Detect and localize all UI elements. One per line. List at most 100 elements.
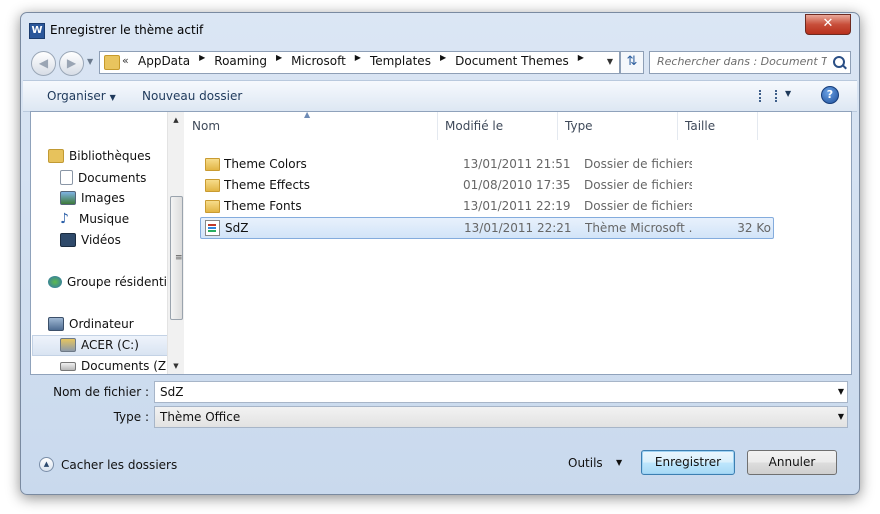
search-icon[interactable] <box>833 56 845 68</box>
breadcrumb-arrow-icon[interactable]: ▶ <box>440 53 446 67</box>
nav-scrollbar[interactable]: ▲ ≡ ▼ <box>167 112 184 374</box>
back-button[interactable]: ◀ <box>31 51 56 76</box>
file-modified: 13/01/2011 21:51 <box>463 157 571 171</box>
nav-item-label: Vidéos <box>81 233 121 247</box>
column-label: Nom <box>192 119 221 133</box>
breadcrumb-arrow-icon[interactable]: ▶ <box>355 53 361 67</box>
image-icon <box>60 191 76 205</box>
column-label: Type <box>565 119 593 133</box>
organize-label: Organiser <box>47 89 106 103</box>
nav-item-homegroup[interactable]: Groupe résidentiel <box>48 275 178 289</box>
file-type: Thème Microsoft ... <box>585 221 693 235</box>
file-row[interactable]: Theme Effects 01/08/2010 17:35 Dossier d… <box>200 175 772 195</box>
scroll-thumb[interactable]: ≡ <box>170 196 183 320</box>
cancel-button[interactable]: Annuler <box>747 450 837 475</box>
video-icon <box>60 233 76 247</box>
column-header-name[interactable]: Nom ▲ <box>184 110 438 140</box>
file-modified: 13/01/2011 22:21 <box>464 221 572 235</box>
filename-label: Nom de fichier : <box>53 385 149 399</box>
column-header-size[interactable]: Taille <box>677 112 758 140</box>
folder-icon <box>205 200 220 213</box>
grip-icon: ≡ <box>175 253 183 263</box>
tools-button[interactable]: Outils <box>568 456 603 470</box>
collapse-up-icon: ▲ <box>39 457 54 472</box>
file-row-selected[interactable]: SdZ 13/01/2011 22:21 Thème Microsoft ...… <box>200 217 774 239</box>
search-box[interactable]: Rechercher dans : Document T... <box>649 51 851 74</box>
save-button[interactable]: Enregistrer <box>641 450 735 475</box>
hide-folders-button[interactable]: ▲ Cacher les dossiers <box>39 457 177 472</box>
music-icon: ♪ <box>60 211 69 227</box>
type-select[interactable]: Thème Office ▼ <box>154 406 848 428</box>
folder-icon <box>205 158 220 171</box>
drive-icon <box>60 338 76 352</box>
save-dialog: W Enregistrer le thème actif ✕ ◀ ▶ ▼ « A… <box>20 12 860 495</box>
forward-button[interactable]: ▶ <box>59 51 84 76</box>
nav-item-videos[interactable]: Vidéos <box>60 233 121 247</box>
scroll-down-icon[interactable]: ▼ <box>168 358 184 374</box>
breadcrumb-appdata[interactable]: AppData <box>138 54 190 68</box>
nav-item-documents[interactable]: Documents <box>60 170 146 185</box>
breadcrumb-microsoft[interactable]: Microsoft <box>291 54 346 68</box>
type-label: Type : <box>113 410 149 424</box>
file-type: Dossier de fichiers <box>584 199 692 213</box>
file-row[interactable]: Theme Colors 13/01/2011 21:51 Dossier de… <box>200 154 772 174</box>
nav-item-label: Ordinateur <box>69 317 134 331</box>
file-row[interactable]: Theme Fonts 13/01/2011 22:19 Dossier de … <box>200 196 772 216</box>
nav-item-drive-c[interactable]: ACER (C:) <box>60 338 139 352</box>
breadcrumb-arrow-icon[interactable]: ▶ <box>578 53 584 67</box>
nav-item-label: Documents (Z:) <box>81 359 175 373</box>
breadcrumb-overflow[interactable]: « <box>122 54 129 67</box>
nav-item-libraries[interactable]: Bibliothèques <box>48 149 151 163</box>
filename-field[interactable]: SdZ ▼ <box>154 381 848 403</box>
breadcrumb-roaming[interactable]: Roaming <box>214 54 267 68</box>
nav-item-drive-z[interactable]: Documents (Z:) <box>60 359 175 373</box>
nav-item-label: Musique <box>79 212 130 226</box>
file-type: Dossier de fichiers <box>584 178 692 192</box>
nav-item-label: Documents <box>78 170 147 185</box>
new-folder-button[interactable]: Nouveau dossier <box>142 89 242 103</box>
network-drive-icon <box>60 361 76 371</box>
view-dropdown[interactable]: ▼ <box>785 89 791 98</box>
refresh-button[interactable]: ⇅ <box>620 51 644 74</box>
help-button[interactable]: ? <box>821 86 839 104</box>
breadcrumb-arrow-icon[interactable]: ▶ <box>276 53 282 67</box>
chevron-down-icon[interactable]: ▼ <box>838 412 844 421</box>
nav-item-images[interactable]: Images <box>60 191 125 205</box>
chevron-down-icon: ▼ <box>109 93 116 102</box>
organize-button[interactable]: Organiser ▼ <box>47 89 116 103</box>
file-name: Theme Effects <box>224 178 310 192</box>
address-bar[interactable]: « AppData ▶ Roaming ▶ Microsoft ▶ Templates… <box>99 51 620 74</box>
column-header-modified[interactable]: Modifié le <box>437 112 558 140</box>
column-header-type[interactable]: Type <box>557 112 678 140</box>
scroll-up-icon[interactable]: ▲ <box>168 112 184 128</box>
tools-dropdown-icon[interactable]: ▼ <box>616 458 622 467</box>
nav-item-computer[interactable]: Ordinateur <box>48 317 134 331</box>
file-modified: 01/08/2010 17:35 <box>463 178 571 192</box>
breadcrumb-arrow-icon[interactable]: ▶ <box>199 53 205 67</box>
window-title: Enregistrer le thème actif <box>50 23 204 37</box>
word-icon: W <box>29 23 45 39</box>
computer-icon <box>48 317 64 331</box>
nav-item-music[interactable]: ♪ Musique <box>60 212 129 226</box>
homegroup-icon <box>48 276 62 288</box>
file-size: 32 Ko <box>737 221 771 235</box>
recent-pages-dropdown[interactable]: ▼ <box>87 57 93 66</box>
address-dropdown[interactable]: ▼ <box>607 57 613 66</box>
breadcrumb-templates[interactable]: Templates <box>370 54 431 68</box>
close-button[interactable]: ✕ <box>805 14 851 35</box>
browser-pane: Bibliothèques Documents Images ♪ Musique … <box>30 110 852 375</box>
view-options-icon[interactable] <box>759 90 777 102</box>
nav-item-label: Bibliothèques <box>69 149 151 163</box>
nav-item-label: Images <box>81 191 125 205</box>
breadcrumb-document-themes[interactable]: Document Themes <box>455 54 569 68</box>
file-name: Theme Fonts <box>224 199 302 213</box>
column-label: Modifié le <box>445 119 504 133</box>
file-modified: 13/01/2011 22:19 <box>463 199 571 213</box>
column-label: Taille <box>685 119 716 133</box>
file-list: Nom ▲ Modifié le Type Taille Theme Colors… <box>184 110 851 374</box>
chevron-down-icon[interactable]: ▼ <box>838 387 844 396</box>
command-bar: Organiser ▼ Nouveau dossier ▼ ? <box>23 80 857 112</box>
search-input[interactable]: Rechercher dans : Document T... <box>657 55 827 68</box>
nav-item-label: ACER (C:) <box>81 338 139 352</box>
file-type: Dossier de fichiers <box>584 157 692 171</box>
